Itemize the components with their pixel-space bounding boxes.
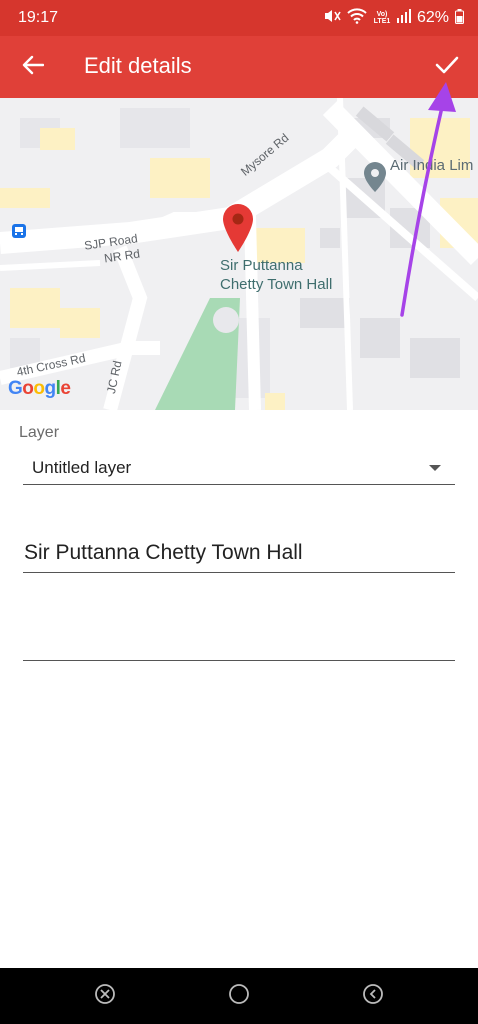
- back-button[interactable]: [14, 49, 52, 85]
- dropdown-arrow-icon: [429, 465, 441, 471]
- google-logo: Google: [8, 378, 71, 399]
- navigation-bar: [0, 968, 478, 1024]
- battery-icon: [455, 8, 464, 28]
- back-circle-icon: [362, 983, 384, 1010]
- layer-label: Layer: [19, 424, 60, 441]
- description-field[interactable]: [23, 620, 455, 661]
- page-title: Edit details: [84, 53, 192, 78]
- back-nav-button[interactable]: [361, 983, 385, 1010]
- battery-percent: 62%: [416, 9, 449, 26]
- place-label-line1: Sir Puttanna: [220, 257, 303, 274]
- network-type: Vo) LTE1: [373, 11, 391, 25]
- recent-apps-button[interactable]: [93, 983, 117, 1010]
- layer-dropdown-value: Untitled layer: [32, 458, 132, 477]
- signal-icon: [396, 9, 411, 27]
- mute-icon: [323, 8, 341, 28]
- layer-dropdown[interactable]: Untitled layer: [23, 452, 455, 485]
- close-circle-icon: [94, 983, 116, 1010]
- place-label-line2: Chetty Town Hall: [220, 276, 333, 293]
- home-circle-icon: [228, 983, 250, 1010]
- status-icons: Vo) LTE1 62%: [323, 8, 464, 28]
- wifi-icon: [347, 8, 367, 28]
- annotation-arrow-icon: [390, 70, 460, 325]
- status-time: 19:17: [18, 9, 59, 26]
- name-field-value: Sir Puttanna Chetty Town Hall: [24, 541, 303, 564]
- name-field[interactable]: Sir Puttanna Chetty Town Hall: [23, 536, 455, 573]
- arrow-left-icon: [22, 55, 45, 80]
- home-button[interactable]: [227, 983, 251, 1010]
- status-bar: 19:17 Vo) LTE1 62%: [0, 0, 478, 36]
- screen: 19:17 Vo) LTE1 62% Edit details Mysore R…: [0, 0, 478, 1024]
- place-label: Sir Puttanna Chetty Town Hall: [220, 256, 332, 294]
